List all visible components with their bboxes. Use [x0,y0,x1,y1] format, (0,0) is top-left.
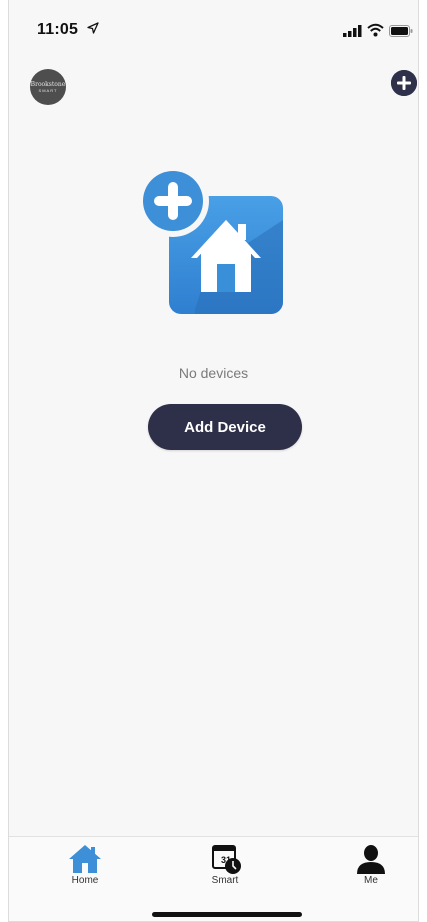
status-time: 11:05 [37,21,79,38]
home-indicator[interactable] [152,912,302,917]
status-bar: 11:05 [9,0,418,46]
brand-logo-subtext: SMART [38,88,58,93]
phone-screen: 11:05 Brookstone SMART No devices Add De… [8,0,419,922]
calendar-clock-icon: 31 [212,845,241,874]
tab-bar: Home 31 Smart Me [9,836,418,921]
brand-logo-avatar[interactable]: Brookstone SMART [30,69,66,105]
cellular-signal-icon [343,25,362,37]
add-device-button[interactable]: Add Device [148,404,302,450]
add-button[interactable] [391,70,417,96]
person-icon [357,845,385,874]
wifi-icon [367,23,384,37]
add-home-icon [137,165,283,314]
location-arrow-icon [87,22,99,34]
brand-logo-text: Brookstone [30,81,66,88]
tab-home-label: Home [71,875,99,886]
tab-smart[interactable]: 31 Smart [190,837,260,897]
tab-home[interactable]: Home [50,837,120,897]
plus-circle-icon [391,70,417,96]
home-icon [69,845,101,873]
battery-icon [389,25,413,37]
tab-me-label: Me [364,875,378,886]
tab-me[interactable]: Me [336,837,406,897]
no-devices-message: No devices [178,365,249,381]
tab-smart-label: Smart [211,875,239,886]
